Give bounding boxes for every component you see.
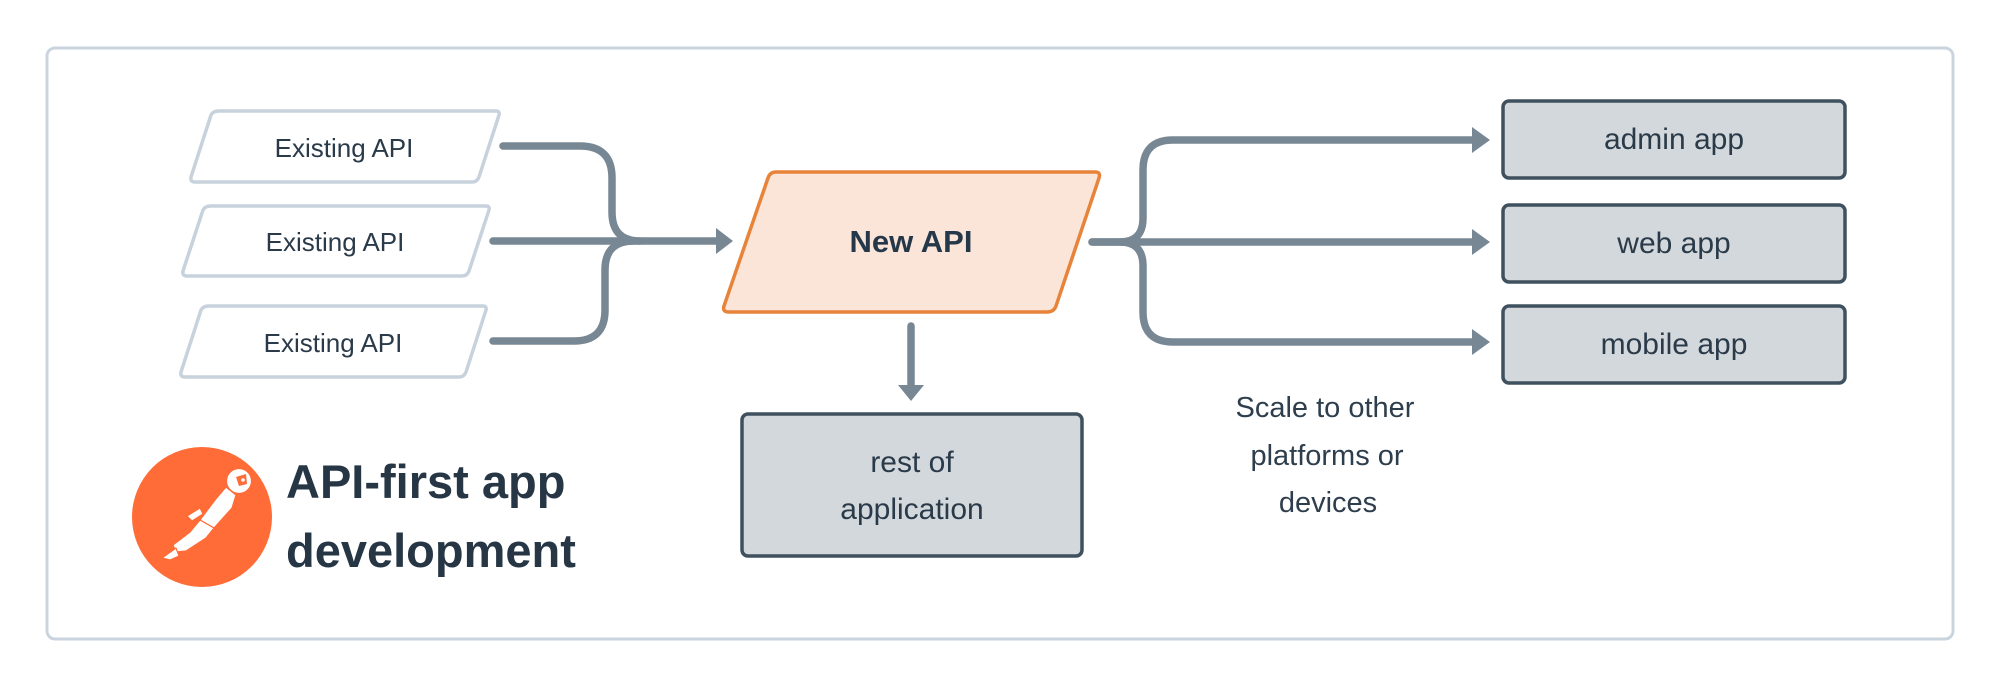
source-label: Existing API [266,227,405,257]
title-line-2: development [286,524,576,577]
source-label: Existing API [275,133,414,163]
target-label: mobile app [1601,328,1748,361]
source-node: Existing API [179,304,488,379]
scale-note-line-2: platforms or [1250,440,1403,472]
target-label: web app [1616,227,1730,260]
downstream-label-line-1: rest of [870,446,954,479]
diagram-svg: Existing API Existing API Existing API N… [45,46,1955,641]
target-label: admin app [1604,123,1744,156]
hub-label: New API [850,224,973,259]
diagram-canvas: Existing API Existing API Existing API N… [0,0,2000,686]
postman-logo-icon [132,447,272,587]
downstream-box [740,412,1084,558]
source-label: Existing API [264,328,403,358]
target-node: mobile app [1501,304,1847,385]
downstream-label-line-2: application [840,493,983,526]
target-node: web app [1501,203,1847,284]
downstream-node: rest of application [740,412,1084,558]
scale-note-line-1: Scale to other [1236,392,1415,424]
hub-node: New API [721,170,1102,314]
source-node: Existing API [189,109,501,184]
title-line-1: API-first app [286,455,565,508]
scale-note-line-3: devices [1279,487,1377,519]
target-node: admin app [1501,99,1847,180]
source-node: Existing API [181,204,491,278]
